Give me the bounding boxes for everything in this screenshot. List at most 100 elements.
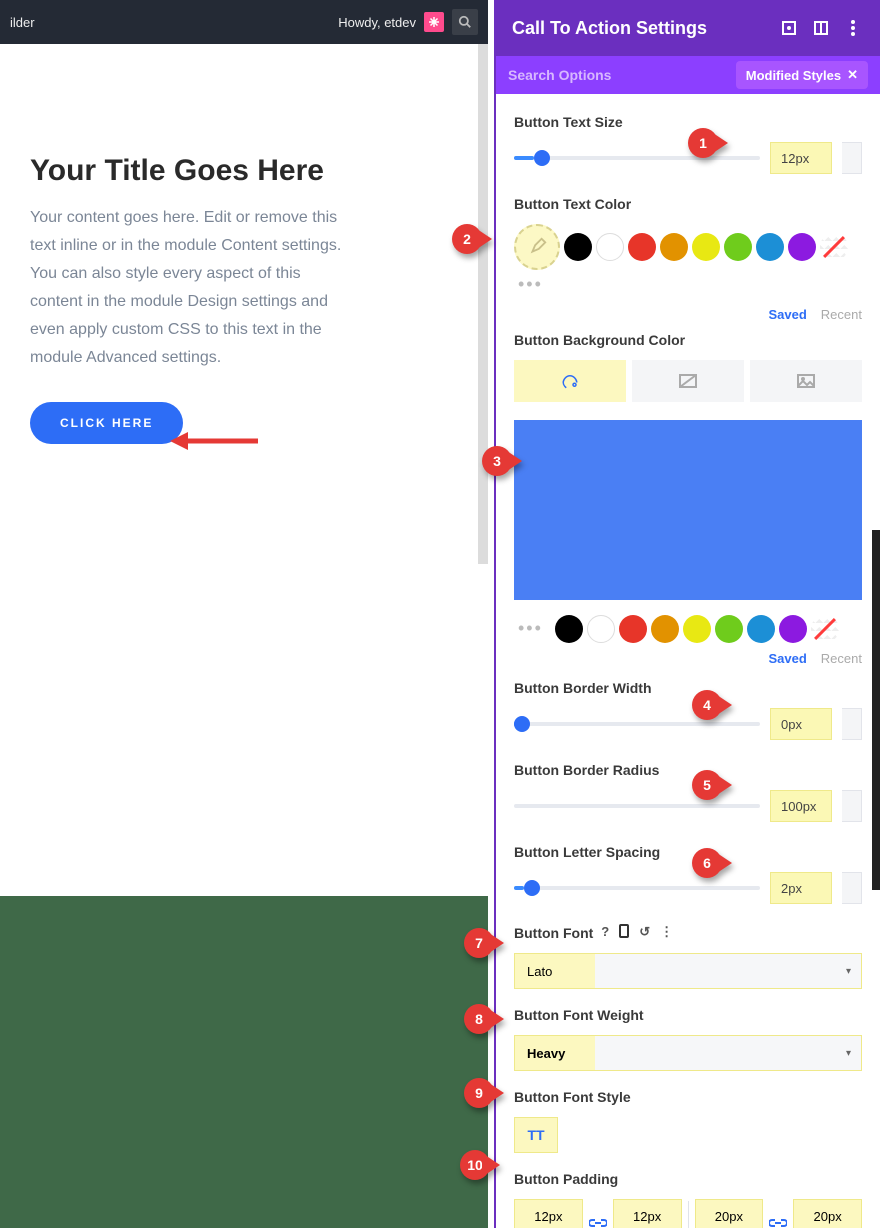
- dropdown-font[interactable]: Lato ▾: [514, 953, 862, 989]
- padding-right-value[interactable]: 20px: [793, 1199, 862, 1228]
- swatch-green[interactable]: [724, 233, 752, 261]
- swatch-red-2[interactable]: [619, 615, 647, 643]
- link-lr-icon[interactable]: [763, 1199, 793, 1228]
- annotation-arrow-cta: [170, 426, 260, 461]
- swatch-transparent[interactable]: [820, 233, 848, 261]
- chevron-icon: ▾: [846, 966, 851, 977]
- swatch-transparent-2[interactable]: [811, 615, 839, 643]
- preview-scrollbar[interactable]: [478, 44, 488, 564]
- panel-scrollbar[interactable]: [872, 530, 880, 890]
- close-icon[interactable]: ✕: [847, 67, 858, 83]
- swatch-red[interactable]: [628, 233, 656, 261]
- label-letter-spacing: Button Letter Spacing: [514, 844, 862, 860]
- callout-1: 1: [688, 128, 728, 158]
- swatch-blue-2[interactable]: [747, 615, 775, 643]
- preview-green-section: [0, 896, 488, 1228]
- swatch-black[interactable]: [564, 233, 592, 261]
- label-font: Button Font ? ↺ ⋮: [514, 924, 862, 941]
- dropdown-font-value: Lato: [527, 964, 552, 979]
- bg-tab-color[interactable]: [514, 360, 626, 402]
- dropdown-font-weight-value: Heavy: [527, 1046, 565, 1061]
- eyedropper-icon[interactable]: [514, 224, 560, 270]
- slider-border-radius[interactable]: [514, 804, 760, 808]
- label-border-width: Button Border Width: [514, 680, 862, 696]
- device-icon[interactable]: [619, 924, 629, 941]
- preview-body: Your Title Goes Here Your content goes h…: [0, 44, 488, 896]
- modified-styles-label: Modified Styles: [746, 68, 841, 83]
- value-text-size[interactable]: 12px: [770, 142, 832, 174]
- stepper-border-width[interactable]: [842, 708, 862, 740]
- recent-link[interactable]: Recent: [821, 307, 862, 322]
- saved-link-2[interactable]: Saved: [768, 651, 806, 666]
- more-swatches-icon-2[interactable]: •••: [514, 614, 547, 643]
- value-border-width[interactable]: 0px: [770, 708, 832, 740]
- value-border-radius[interactable]: 100px: [770, 790, 832, 822]
- swatch-white[interactable]: [596, 233, 624, 261]
- callout-9: 9: [464, 1078, 504, 1108]
- callout-3: 3: [482, 446, 522, 476]
- cta-button[interactable]: CLICK HERE: [30, 402, 183, 444]
- stepper-text-size[interactable]: [842, 142, 862, 174]
- link-tb-icon[interactable]: [583, 1199, 613, 1228]
- help-icon[interactable]: ?: [601, 924, 609, 941]
- swatches-bg-color: •••: [514, 614, 862, 643]
- dropdown-font-weight[interactable]: Heavy ▾: [514, 1035, 862, 1071]
- swatch-purple[interactable]: [788, 233, 816, 261]
- preview-text[interactable]: Your content goes here. Edit or remove t…: [30, 204, 350, 372]
- label-bg-color: Button Background Color: [514, 332, 862, 348]
- padding-bottom-value[interactable]: 12px: [613, 1199, 682, 1228]
- columns-icon[interactable]: [810, 17, 832, 39]
- preview-title[interactable]: Your Title Goes Here: [30, 154, 458, 188]
- padding-left-value[interactable]: 20px: [695, 1199, 764, 1228]
- swatch-orange[interactable]: [660, 233, 688, 261]
- callout-6: 6: [692, 848, 732, 878]
- swatch-blue[interactable]: [756, 233, 784, 261]
- bg-color-preview[interactable]: [514, 420, 862, 600]
- swatch-yellow[interactable]: [692, 233, 720, 261]
- padding-row: 12px Top 12px Bottom 20px Left 20px Righ…: [514, 1199, 862, 1228]
- label-font-text: Button Font: [514, 925, 593, 941]
- settings-panel: Call To Action Settings Search Options M…: [494, 0, 880, 1228]
- font-style-uppercase[interactable]: TT: [514, 1117, 558, 1153]
- padding-divider: [688, 1201, 689, 1228]
- asterisk-badge[interactable]: [424, 12, 444, 32]
- topbar-left-text: ilder: [10, 15, 338, 30]
- value-letter-spacing[interactable]: 2px: [770, 872, 832, 904]
- swatch-yellow-2[interactable]: [683, 615, 711, 643]
- panel-content: Button Text Size 12px Button Text Color …: [496, 94, 880, 1228]
- more-swatches-icon[interactable]: •••: [514, 270, 862, 299]
- reset-icon[interactable]: ↺: [639, 924, 650, 941]
- bg-tab-gradient[interactable]: [632, 360, 744, 402]
- label-font-style: Button Font Style: [514, 1089, 862, 1105]
- bg-tab-image[interactable]: [750, 360, 862, 402]
- preview-pane: ilder Howdy, etdev Your Title Goes Here …: [0, 0, 488, 1228]
- expand-icon[interactable]: [778, 17, 800, 39]
- swatch-black-2[interactable]: [555, 615, 583, 643]
- swatch-purple-2[interactable]: [779, 615, 807, 643]
- callout-2: 2: [452, 224, 492, 254]
- admin-topbar: ilder Howdy, etdev: [0, 0, 488, 44]
- font-more-icon[interactable]: ⋮: [660, 924, 673, 941]
- more-icon[interactable]: [842, 17, 864, 39]
- label-padding: Button Padding: [514, 1171, 862, 1187]
- slider-border-width[interactable]: [514, 722, 760, 726]
- slider-letter-spacing[interactable]: [514, 886, 760, 890]
- howdy-text: Howdy, etdev: [338, 15, 416, 30]
- search-options-tab[interactable]: Search Options: [508, 67, 736, 83]
- swatch-white-2[interactable]: [587, 615, 615, 643]
- padding-top-value[interactable]: 12px: [514, 1199, 583, 1228]
- label-font-weight: Button Font Weight: [514, 1007, 862, 1023]
- modified-styles-pill[interactable]: Modified Styles ✕: [736, 61, 868, 89]
- panel-title: Call To Action Settings: [512, 18, 768, 39]
- callout-5: 5: [692, 770, 732, 800]
- label-border-radius: Button Border Radius: [514, 762, 862, 778]
- stepper-border-radius[interactable]: [842, 790, 862, 822]
- saved-link[interactable]: Saved: [768, 307, 806, 322]
- stepper-letter-spacing[interactable]: [842, 872, 862, 904]
- swatch-orange-2[interactable]: [651, 615, 679, 643]
- panel-tabs: Search Options Modified Styles ✕: [496, 56, 880, 94]
- callout-7: 7: [464, 928, 504, 958]
- swatch-green-2[interactable]: [715, 615, 743, 643]
- search-icon[interactable]: [452, 9, 478, 35]
- recent-link-2[interactable]: Recent: [821, 651, 862, 666]
